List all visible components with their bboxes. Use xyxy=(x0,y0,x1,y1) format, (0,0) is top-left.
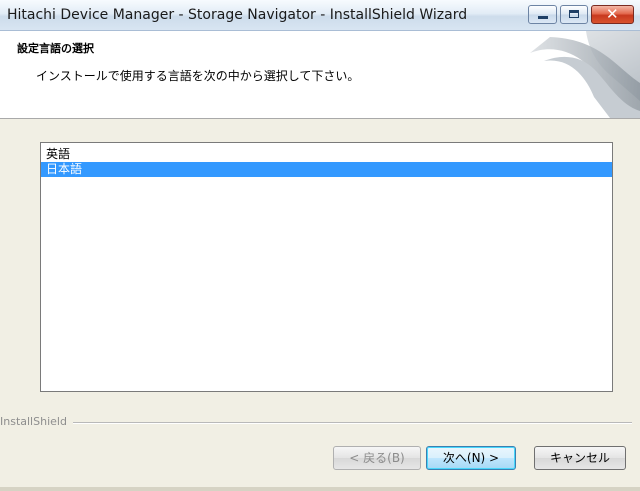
footer-divider xyxy=(0,422,632,424)
maximize-button[interactable] xyxy=(560,5,588,24)
back-button[interactable]: < 戻る(B) xyxy=(333,446,421,470)
maximize-icon xyxy=(569,10,579,18)
language-option-english[interactable]: 英語 xyxy=(41,147,612,162)
wizard-header: 設定言語の選択 インストールで使用する言語を次の中から選択して下さい。 xyxy=(0,31,640,119)
installer-window: Hitachi Device Manager - Storage Navigat… xyxy=(0,0,640,491)
minimize-icon xyxy=(538,16,548,19)
installer-graphic-icon xyxy=(508,31,640,118)
language-option-japanese[interactable]: 日本語 xyxy=(41,162,612,177)
minimize-button[interactable] xyxy=(528,5,557,24)
installshield-label: InstallShield xyxy=(0,415,73,428)
header-description: インストールで使用する言語を次の中から選択して下さい。 xyxy=(36,69,360,83)
header-title: 設定言語の選択 xyxy=(17,42,94,55)
cancel-button[interactable]: キャンセル xyxy=(534,446,626,470)
close-button[interactable]: ✕ xyxy=(591,5,634,24)
language-listbox[interactable]: 英語 日本語 xyxy=(40,142,613,392)
window-title: Hitachi Device Manager - Storage Navigat… xyxy=(7,7,468,23)
title-bar[interactable]: Hitachi Device Manager - Storage Navigat… xyxy=(0,0,640,31)
close-icon: ✕ xyxy=(606,5,619,23)
window-bottom-edge xyxy=(0,487,640,491)
next-button[interactable]: 次へ(N) > xyxy=(426,446,516,470)
